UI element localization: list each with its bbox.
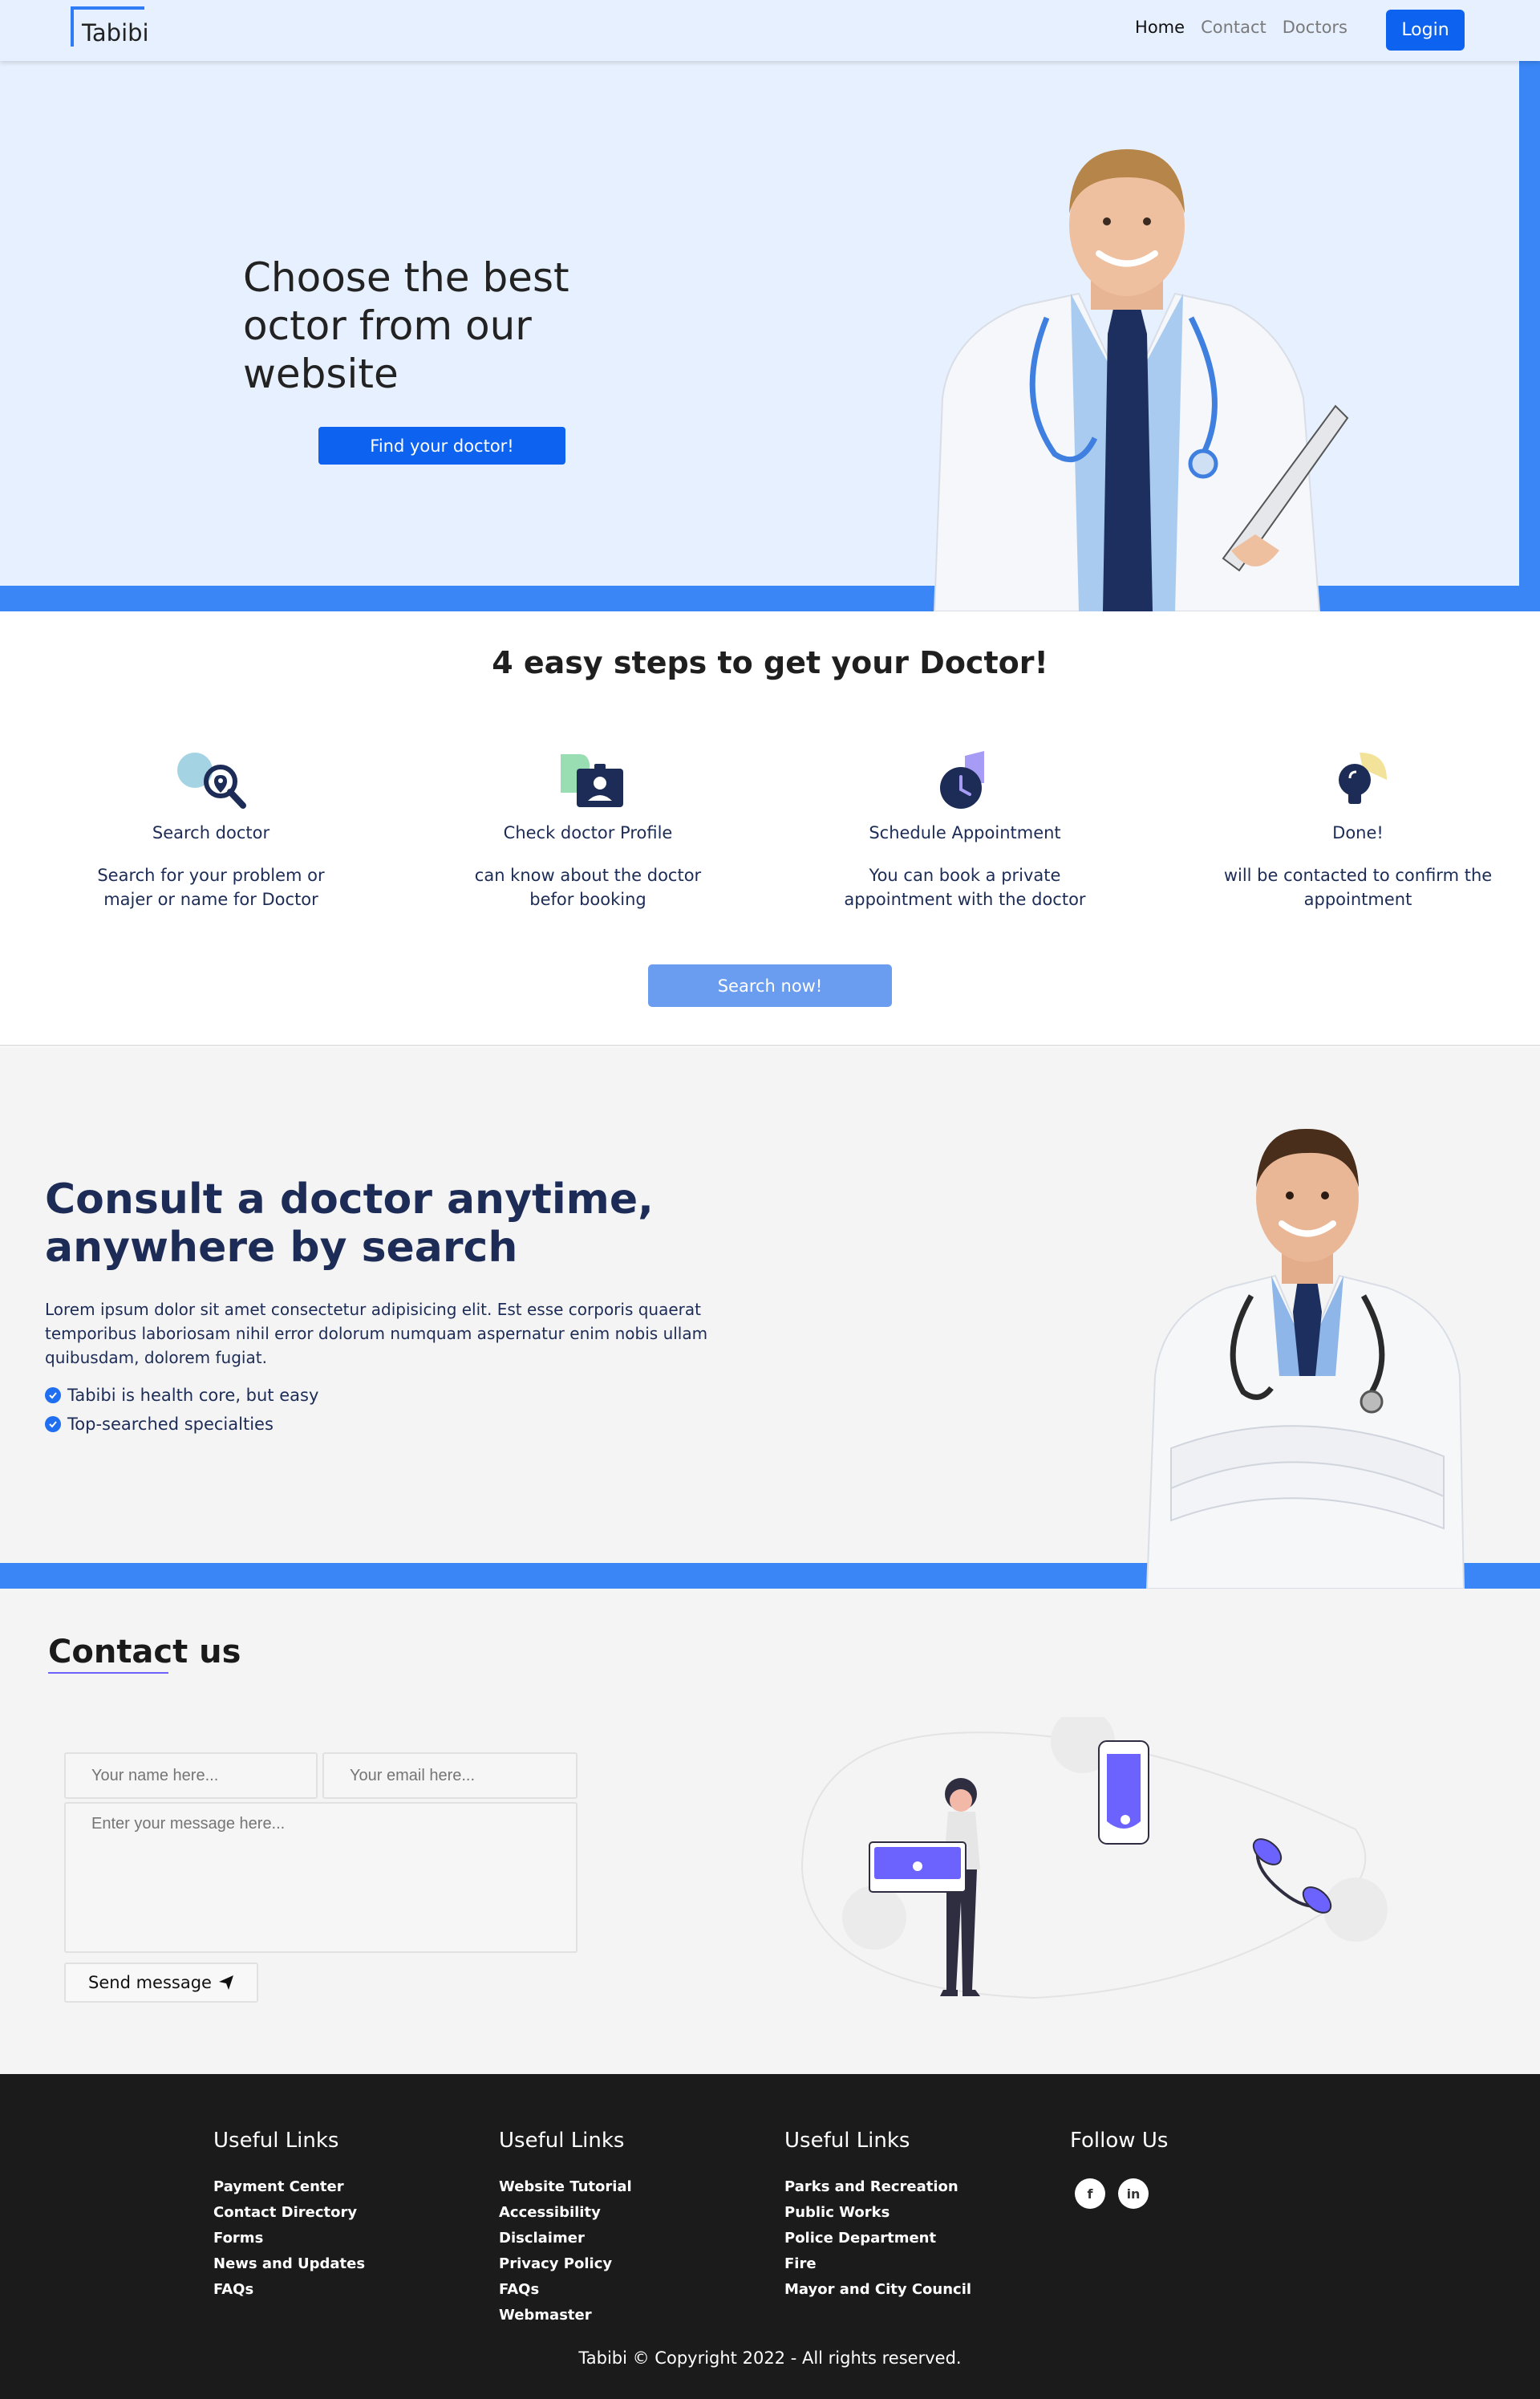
check-circle-icon [45,1416,61,1432]
step-description: can know about the doctor befor booking [474,866,702,909]
footer-links-column-3: Useful Links Parks and Recreation Public… [784,2129,1041,2307]
footer-link-privacy-policy[interactable]: Privacy Policy [499,2255,756,2272]
footer-follow-column: Follow Us f in [1070,2129,1327,2209]
name-input[interactable] [64,1752,318,1799]
hero-title: Choose the best octor from our website [243,254,569,397]
nav-link-contact[interactable]: Contact [1201,18,1266,37]
contact-title: Contact us [48,1634,241,1670]
message-textarea[interactable] [64,1802,578,1953]
step-check-profile: Check doctor Profile can know about the … [452,748,724,911]
footer-link-faqs[interactable]: FAQs [213,2281,470,2298]
footer: Useful Links Payment Center Contact Dire… [0,2074,1540,2399]
footer-links-column-1: Useful Links Payment Center Contact Dire… [213,2129,470,2307]
step-description: Search for your problem or majer or name… [97,866,325,909]
follow-us-title: Follow Us [1070,2129,1169,2153]
footer-link-news[interactable]: News and Updates [213,2255,470,2272]
id-card-icon [561,754,623,807]
contact-title-underline [48,1672,168,1674]
send-message-button[interactable]: Send message [64,1963,258,2003]
step-title: Search doctor [152,823,270,842]
footer-link-accessibility[interactable]: Accessibility [499,2204,756,2221]
footer-link-mayor[interactable]: Mayor and City Council [784,2281,1041,2298]
step-title: Schedule Appointment [869,823,1061,842]
facebook-icon[interactable]: f [1075,2178,1105,2209]
step-description: You can book a private appointment with … [844,866,1086,909]
step-title: Done! [1332,823,1384,842]
feature-text: Top-searched specialties [67,1415,274,1434]
list-item: Tabibi is health core, but easy [45,1386,318,1405]
step-description: will be contacted to confirm the appoint… [1223,866,1493,909]
steps-title: 4 easy steps to get your Doctor! [492,645,1048,680]
footer-link-contact-directory[interactable]: Contact Directory [213,2204,470,2221]
login-button[interactable]: Login [1386,10,1465,51]
footer-link-police[interactable]: Police Department [784,2230,1041,2247]
feature-text: Tabibi is health core, but easy [67,1386,319,1405]
footer-link-webmaster[interactable]: Webmaster [499,2307,756,2324]
doctor-with-clipboard-image [933,149,1349,611]
consult-description: Lorem ipsum dolor sit amet consectetur a… [45,1300,708,1367]
step-done: Done! will be contacted to confirm the a… [1222,748,1494,911]
hero-right-stripe [1519,61,1540,587]
footer-link-payment-center[interactable]: Payment Center [213,2178,470,2195]
nav-links: Home Contact Doctors [1135,18,1348,37]
consult-section: Consult a doctor anytime, anywhere by se… [0,1047,1540,1589]
step-title: Check doctor Profile [503,823,673,842]
steps-section: 4 easy steps to get your Doctor! Search … [0,611,1540,1046]
check-circle-icon [45,1387,61,1403]
send-message-label: Send message [88,1973,212,1992]
footer-links-column-2: Useful Links Website Tutorial Accessibil… [499,2129,756,2332]
paper-plane-icon [218,1975,233,1990]
contact-illustration [800,1717,1388,1999]
footer-link-fire[interactable]: Fire [784,2255,1041,2272]
lightbulb-icon [1339,753,1387,804]
hero-section: Choose the best octor from our website F… [0,61,1540,611]
footer-column-title: Useful Links [499,2129,625,2153]
footer-link-parks[interactable]: Parks and Recreation [784,2178,1041,2195]
brand-logo[interactable]: Tabibi [71,6,149,47]
consult-title: Consult a doctor anytime, anywhere by se… [45,1175,654,1272]
find-doctor-button[interactable]: Find your doctor! [318,427,565,465]
footer-link-website-tutorial[interactable]: Website Tutorial [499,2178,756,2195]
footer-link-forms[interactable]: Forms [213,2230,470,2247]
email-input[interactable] [322,1752,578,1799]
social-links: f in [1075,2178,1327,2209]
navbar: Tabibi Home Contact Doctors Login [0,0,1540,61]
doctor-arms-crossed-image [1145,1128,1465,1589]
step-schedule: Schedule Appointment You can book a priv… [829,748,1101,911]
contact-section: Contact us Send message [0,1589,1540,2074]
clock-icon [940,751,984,809]
footer-link-public-works[interactable]: Public Works [784,2204,1041,2221]
footer-link-faqs[interactable]: FAQs [499,2281,756,2298]
consult-feature-list: Tabibi is health core, but easy Top-sear… [45,1386,318,1443]
footer-column-title: Useful Links [784,2129,910,2153]
step-search-doctor: Search doctor Search for your problem or… [75,748,347,911]
footer-column-title: Useful Links [213,2129,339,2153]
search-doctor-icon [177,753,246,809]
linkedin-icon[interactable]: in [1118,2178,1149,2209]
copyright-text: Tabibi © Copyright 2022 - All rights res… [578,2348,962,2368]
nav-link-doctors[interactable]: Doctors [1283,18,1348,37]
list-item: Top-searched specialties [45,1415,318,1434]
footer-link-disclaimer[interactable]: Disclaimer [499,2230,756,2247]
nav-link-home[interactable]: Home [1135,18,1185,37]
search-now-button[interactable]: Search now! [648,964,892,1007]
